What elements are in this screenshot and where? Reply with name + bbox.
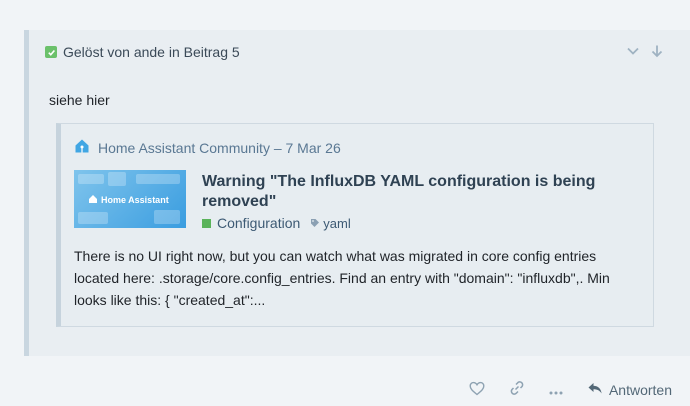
onebox-excerpt: There is no UI right now, but you can wa… — [74, 248, 610, 308]
tag-badge[interactable]: yaml — [310, 215, 351, 231]
quote-controls — [626, 44, 664, 58]
onebox-source-text: Home Assistant Community – 7 Mar 26 — [98, 139, 341, 156]
check-icon — [45, 46, 57, 58]
more-button[interactable] — [549, 382, 563, 398]
category-badge[interactable]: Configuration — [202, 215, 300, 231]
home-assistant-logo-icon — [88, 194, 98, 206]
quote-title-text: Gelöst von ande in Beitrag 5 — [63, 44, 240, 60]
reply-label: Antworten — [608, 381, 672, 398]
onebox-thumbnail[interactable]: Home Assistant — [74, 170, 186, 228]
link-icon — [509, 380, 525, 399]
heart-icon — [469, 381, 485, 399]
onebox-meta: Configuration yaml — [202, 215, 351, 231]
quote-title[interactable]: Gelöst von ande in Beitrag 5 — [45, 42, 240, 62]
more-icon — [549, 382, 563, 398]
quoted-solution: Gelöst von ande in Beitrag 5 siehe hier … — [24, 30, 690, 356]
category-label: Configuration — [217, 215, 301, 231]
link-preview[interactable]: Home Assistant Community – 7 Mar 26 Home… — [56, 123, 654, 327]
onebox-source[interactable]: Home Assistant Community – 7 Mar 26 — [74, 138, 341, 157]
thumbnail-label: Home Assistant — [88, 194, 169, 206]
arrow-down-icon[interactable] — [650, 44, 664, 58]
reply-button[interactable]: Antworten — [587, 381, 672, 398]
chevron-down-icon[interactable] — [626, 44, 640, 58]
reply-icon — [587, 381, 603, 398]
post-actions: Antworten — [469, 380, 672, 399]
like-button[interactable] — [469, 381, 485, 399]
tag-label: yaml — [323, 215, 351, 231]
onebox-title[interactable]: Warning "The InfluxDB YAML configuration… — [202, 172, 632, 212]
post-text: siehe hier — [49, 92, 110, 108]
category-color-square — [202, 218, 211, 228]
copy-link-button[interactable] — [509, 380, 525, 399]
tag-icon — [310, 216, 320, 231]
home-assistant-icon — [74, 138, 90, 157]
